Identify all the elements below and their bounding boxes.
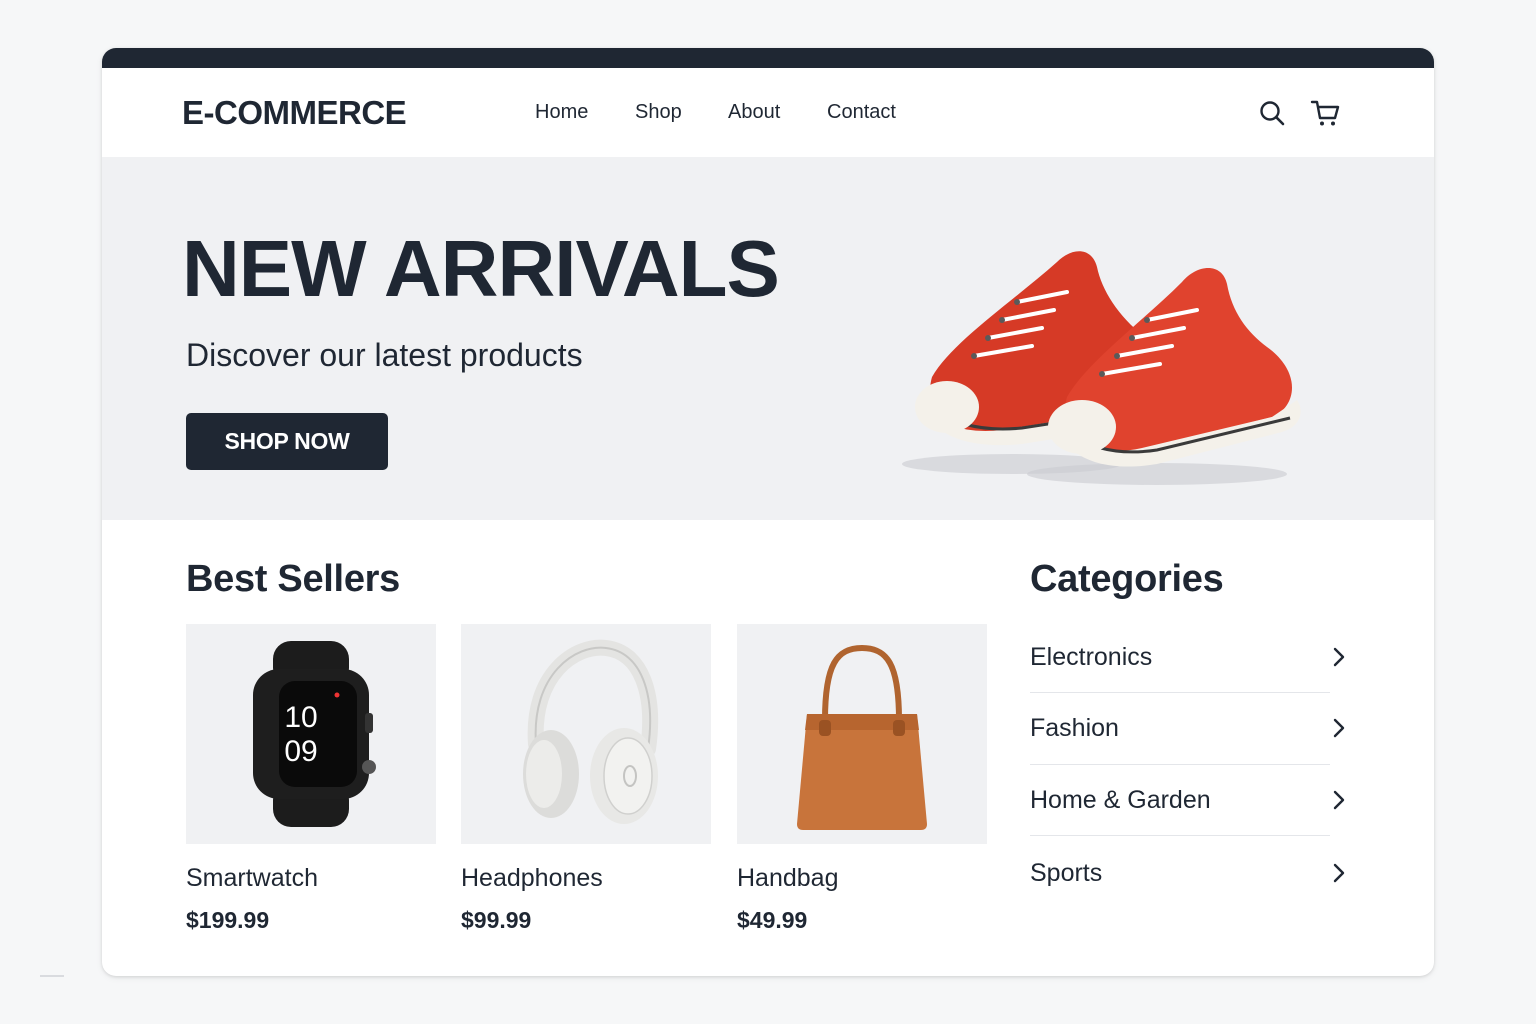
site-header: E-COMMERCE Home Shop About Contact	[102, 68, 1434, 157]
category-fashion[interactable]: Fashion	[1030, 692, 1346, 764]
divider	[1030, 835, 1330, 836]
categories-title: Categories	[1030, 558, 1224, 600]
category-label: Home & Garden	[1030, 785, 1211, 814]
watch-hour-text: 10	[284, 701, 317, 734]
site-logo[interactable]: E-COMMERCE	[182, 94, 407, 132]
category-label: Sports	[1030, 858, 1103, 887]
nav-home[interactable]: Home	[535, 101, 588, 124]
chevron-right-icon	[1333, 790, 1345, 810]
category-home-garden[interactable]: Home & Garden	[1030, 764, 1346, 836]
category-label: Electronics	[1030, 642, 1153, 671]
product-card-handbag[interactable]: Handbag $49.99	[737, 624, 987, 934]
nav-contact[interactable]: Contact	[827, 101, 896, 124]
category-sports[interactable]: Sports	[1030, 837, 1346, 909]
chevron-right-icon	[1333, 718, 1345, 738]
product-price: $49.99	[737, 907, 808, 933]
window-top-bar	[102, 48, 1434, 68]
cart-icon[interactable]	[1310, 98, 1340, 128]
chevron-right-icon	[1333, 647, 1345, 667]
product-price: $199.99	[186, 907, 270, 933]
product-card-smartwatch[interactable]: 10 09 Smartwatch $199.99	[186, 624, 436, 934]
hero-title: NEW ARRIVALS	[182, 224, 780, 313]
product-name: Smartwatch	[186, 864, 318, 892]
product-name: Handbag	[737, 864, 839, 892]
handbag-image	[737, 624, 987, 844]
hero-banner: NEW ARRIVALS Discover our latest product…	[102, 157, 1434, 520]
hero-subtitle: Discover our latest products	[186, 337, 583, 373]
corner-mark	[40, 975, 64, 977]
headphones-image	[461, 624, 711, 844]
nav-shop[interactable]: Shop	[635, 101, 682, 124]
category-electronics[interactable]: Electronics	[1030, 621, 1346, 693]
shop-now-button[interactable]: SHOP NOW	[186, 413, 388, 470]
nav-about[interactable]: About	[728, 101, 780, 124]
best-sellers-title: Best Sellers	[186, 558, 400, 600]
watch-minute-text: 09	[284, 735, 317, 768]
product-name: Headphones	[461, 864, 603, 892]
category-label: Fashion	[1030, 713, 1119, 742]
browser-window: E-COMMERCE Home Shop About Contact NEW A…	[102, 48, 1434, 976]
smartwatch-image: 10 09	[186, 624, 436, 844]
sneakers-image	[892, 192, 1312, 492]
product-card-headphones[interactable]: Headphones $99.99	[461, 624, 711, 934]
search-icon[interactable]	[1257, 98, 1287, 128]
chevron-right-icon	[1333, 863, 1345, 883]
product-price: $99.99	[461, 907, 532, 933]
